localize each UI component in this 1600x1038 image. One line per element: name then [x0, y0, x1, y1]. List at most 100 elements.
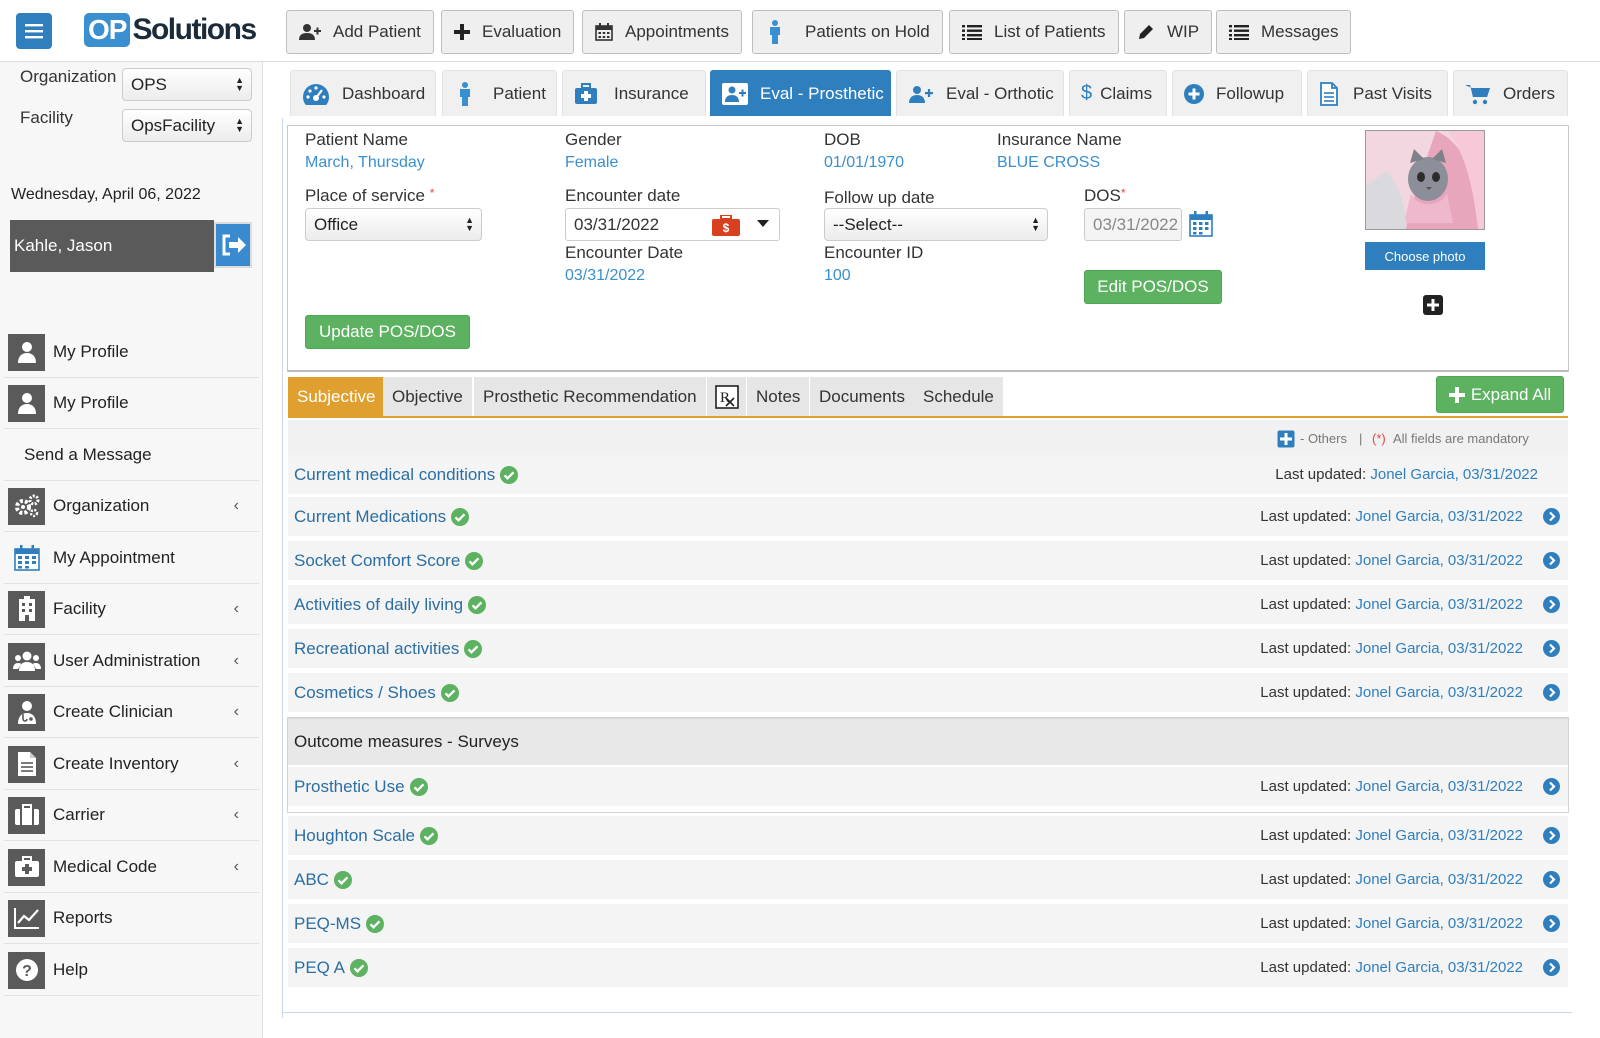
chevron-circle-right-icon[interactable] [1543, 915, 1560, 932]
section-row-title-link[interactable]: Prosthetic Use [294, 777, 428, 797]
chevron-circle-right-icon[interactable] [1543, 596, 1560, 613]
last-updated-by[interactable]: Jonel Garcia, 03/31/2022 [1355, 552, 1523, 569]
last-updated-by[interactable]: Jonel Garcia, 03/31/2022 [1355, 508, 1523, 525]
section-row-abc[interactable]: ABC Last updated: Jonel Garcia, 03/31/202… [288, 860, 1568, 900]
subtab-subjective[interactable]: Subjective [288, 377, 386, 417]
sidebar-item-medical-code[interactable]: Medical Code ‹ [4, 842, 259, 893]
encounter-date-input[interactable]: 03/31/2022 [565, 208, 780, 241]
app-logo[interactable]: OP Solutions [84, 10, 257, 50]
last-updated-by[interactable]: Jonel Garcia, 03/31/2022 [1355, 778, 1523, 795]
section-row-title-link[interactable]: Current Medications [294, 507, 470, 527]
subtab-prosthetic-recommendation[interactable]: Prosthetic Recommendation [474, 377, 707, 417]
chevron-circle-right-icon[interactable] [1543, 827, 1560, 844]
sidebar-item-my-profile[interactable]: My Profile [4, 327, 259, 378]
subtab-schedule[interactable]: Schedule [914, 377, 1004, 417]
organization-select[interactable]: OPS ▲ ▼ [122, 68, 252, 101]
evaluation-button[interactable]: Evaluation [441, 10, 575, 54]
place-of-service-select[interactable]: Office ▲ ▼ [305, 208, 482, 241]
chevron-circle-right-icon[interactable] [1543, 508, 1560, 525]
section-row-title-link[interactable]: PEQ-MS [294, 914, 385, 934]
sidebar-item-help[interactable]: ? Help [4, 945, 259, 996]
section-row-peq-ms[interactable]: PEQ-MS Last updated: Jonel Garcia, 03/31/… [288, 904, 1568, 944]
sidebar-item-reports[interactable]: Reports [4, 893, 259, 944]
section-row-title-link[interactable]: ABC [294, 870, 352, 890]
encounter-date-dropdown-caret[interactable] [757, 220, 769, 228]
sidebar-item-my-profile[interactable]: My Profile [4, 378, 259, 429]
tab-orders[interactable]: Orders [1453, 70, 1568, 116]
update-pos-dos-button[interactable]: Update POS/DOS [305, 315, 470, 349]
choose-photo-button[interactable]: Choose photo [1365, 242, 1485, 270]
section-row-title-link[interactable]: Activities of daily living [294, 595, 487, 615]
billing-icon[interactable]: $ [712, 215, 740, 237]
subtab-notes[interactable]: Notes [747, 377, 811, 417]
section-row-title-link[interactable]: Current medical conditions [294, 465, 519, 485]
subtab-objective[interactable]: Objective [383, 377, 473, 417]
messages-button[interactable]: Messages [1216, 10, 1352, 54]
section-row-houghton-scale[interactable]: Houghton Scale Last updated: Jonel Garcia… [288, 816, 1568, 856]
section-row-title-link[interactable]: PEQ A [294, 958, 369, 978]
tab-insurance[interactable]: Insurance [562, 70, 706, 116]
last-updated-by[interactable]: Jonel Garcia, 03/31/2022 [1355, 871, 1523, 888]
sidebar-item-facility[interactable]: Facility ‹ [4, 584, 259, 635]
last-updated-by[interactable]: Jonel Garcia, 03/31/2022 [1355, 827, 1523, 844]
section-row-socket-comfort-score[interactable]: Socket Comfort Score Last updated: Jonel … [288, 541, 1568, 581]
chevron-circle-right-icon[interactable] [1543, 684, 1560, 701]
edit-pos-dos-button[interactable]: Edit POS/DOS [1084, 270, 1222, 304]
tab-eval-prosthetic[interactable]: Eval - Prosthetic [710, 70, 891, 116]
tab-followup[interactable]: Followup [1172, 70, 1302, 116]
chevron-circle-right-icon[interactable] [1543, 871, 1560, 888]
section-row-current-medical-conditions[interactable]: Current medical conditions Last updated: … [288, 455, 1568, 495]
sidebar-item-send-a-message[interactable]: Send a Message [4, 430, 259, 481]
section-row-title-link[interactable]: Socket Comfort Score [294, 551, 484, 571]
patients-on-hold-button[interactable]: Patients on Hold [752, 10, 943, 54]
dos-input[interactable]: 03/31/2022 [1084, 208, 1182, 241]
chevron-circle-right-icon[interactable] [1543, 778, 1560, 795]
section-row-current-medications[interactable]: Current Medications Last updated: Jonel G… [288, 497, 1568, 537]
section-row-recreational-activities[interactable]: Recreational activities Last updated: Jon… [288, 629, 1568, 669]
last-updated-by[interactable]: Jonel Garcia, 03/31/2022 [1370, 466, 1538, 483]
tab-patient[interactable]: Patient [442, 70, 557, 116]
sidebar-item-create-inventory[interactable]: Create Inventory ‹ [4, 739, 259, 790]
check-circle-icon [350, 958, 369, 977]
section-row-prosthetic-use[interactable]: Prosthetic Use Last updated: Jonel Garcia… [288, 767, 1568, 807]
tab-dashboard[interactable]: Dashboard [290, 70, 436, 116]
expand-all-button[interactable]: Expand All [1436, 376, 1564, 413]
section-row-activities-of-daily-living[interactable]: Activities of daily living Last updated: … [288, 585, 1568, 625]
subtab-documents[interactable]: Documents [810, 377, 915, 417]
encounter-id-label: Encounter ID [824, 243, 924, 262]
section-row-title-link[interactable]: Recreational activities [294, 639, 483, 659]
last-updated-by[interactable]: Jonel Garcia, 03/31/2022 [1355, 640, 1523, 657]
chevron-circle-right-icon[interactable] [1543, 640, 1560, 657]
tab-past-visits[interactable]: Past Visits [1307, 70, 1448, 116]
sidebar-item-user-administration[interactable]: User Administration ‹ [4, 636, 259, 687]
sidebar-item-carrier[interactable]: Carrier ‹ [4, 790, 259, 841]
appointments-button[interactable]: Appointments [582, 10, 742, 54]
add-patient-button[interactable]: Add Patient [286, 10, 434, 54]
sidebar-item-organization[interactable]: Organization ‹ [4, 481, 259, 532]
tab-claims[interactable]: $ Claims [1069, 70, 1167, 116]
list-of-patients-button[interactable]: List of Patients [949, 10, 1119, 54]
chevron-circle-right-icon[interactable] [1543, 959, 1560, 976]
calendar-icon[interactable] [1189, 211, 1213, 237]
section-row-cosmetics-shoes[interactable]: Cosmetics / Shoes Last updated: Jonel Gar… [288, 673, 1568, 713]
tab-eval-orthotic[interactable]: Eval - Orthotic [896, 70, 1064, 116]
wip-button[interactable]: WIP [1124, 10, 1213, 54]
plus-icon [1448, 386, 1465, 403]
last-updated-by[interactable]: Jonel Garcia, 03/31/2022 [1355, 915, 1523, 932]
last-updated-by[interactable]: Jonel Garcia, 03/31/2022 [1355, 959, 1523, 976]
outcome-section-header[interactable]: Outcome measures - Surveys [288, 718, 1568, 765]
section-row-peq-a[interactable]: PEQ A Last updated: Jonel Garcia, 03/31/2… [288, 948, 1568, 988]
section-row-title-link[interactable]: Cosmetics / Shoes [294, 683, 459, 703]
section-row-title-link[interactable]: Houghton Scale [294, 826, 438, 846]
sidebar-item-my-appointment[interactable]: My Appointment [4, 533, 259, 584]
add-photo-button[interactable] [1422, 294, 1444, 316]
logout-button[interactable] [214, 222, 252, 268]
menu-toggle-button[interactable] [16, 13, 52, 49]
chevron-circle-right-icon[interactable] [1543, 552, 1560, 569]
follow-up-date-select[interactable]: --Select-- ▲ ▼ [824, 208, 1048, 241]
subtab-rx[interactable]: R [707, 377, 747, 417]
facility-select[interactable]: OpsFacility ▲ ▼ [122, 109, 252, 142]
sidebar-item-create-clinician[interactable]: Create Clinician ‹ [4, 687, 259, 738]
last-updated-by[interactable]: Jonel Garcia, 03/31/2022 [1355, 596, 1523, 613]
last-updated-by[interactable]: Jonel Garcia, 03/31/2022 [1355, 684, 1523, 701]
